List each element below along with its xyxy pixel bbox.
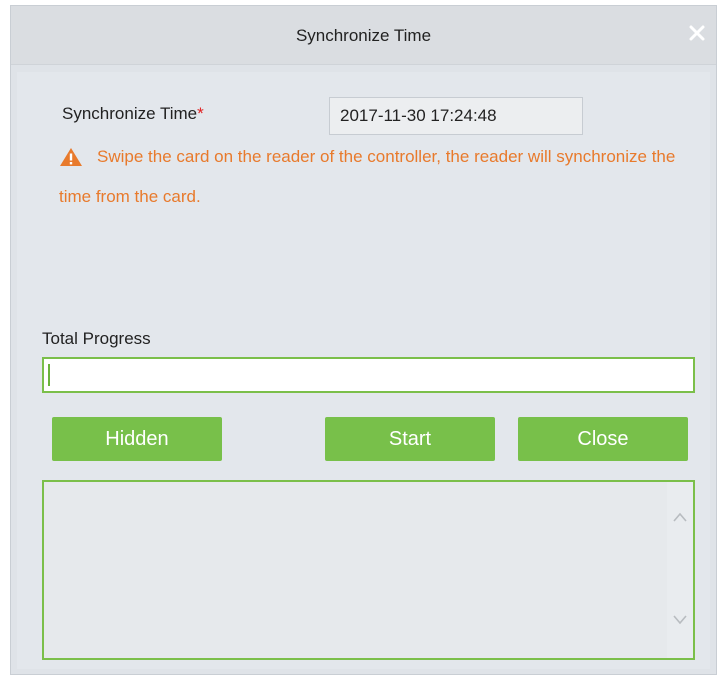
total-progress-bar — [42, 357, 695, 393]
close-button[interactable]: Close — [518, 417, 688, 461]
hidden-button[interactable]: Hidden — [52, 417, 222, 461]
dialog-title: Synchronize Time — [295, 26, 432, 45]
warning-message: Swipe the card on the reader of the cont… — [59, 147, 676, 206]
close-icon[interactable] — [688, 24, 706, 42]
synchronize-time-label: Synchronize Time* — [62, 104, 204, 124]
total-progress-label: Total Progress — [42, 329, 151, 348]
log-scrollbar[interactable] — [667, 482, 693, 658]
chevron-down-icon[interactable] — [671, 610, 689, 628]
chevron-up-icon[interactable] — [671, 509, 689, 527]
dialog-body: Synchronize Time* 2017-11-30 17:24:48 Sw… — [17, 72, 710, 669]
synchronize-time-field[interactable]: 2017-11-30 17:24:48 — [329, 97, 583, 135]
log-output-area[interactable] — [42, 480, 695, 660]
synchronize-time-dialog: Synchronize Time Synchronize Time* 2017-… — [10, 5, 717, 675]
synchronize-time-label-text: Synchronize Time — [62, 104, 198, 123]
progress-fill — [48, 364, 50, 386]
required-marker: * — [197, 104, 204, 123]
dialog-titlebar: Synchronize Time — [11, 6, 716, 65]
start-button[interactable]: Start — [325, 417, 495, 461]
